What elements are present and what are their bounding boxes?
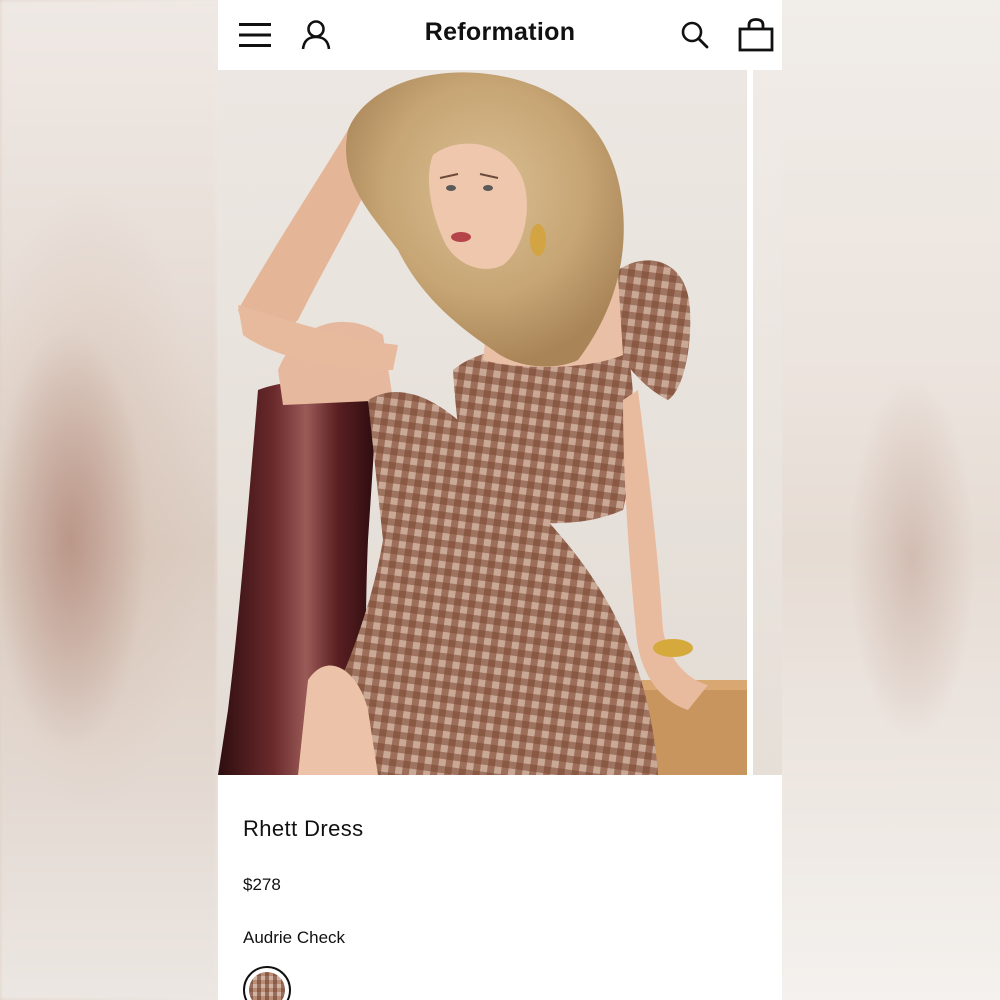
color-name: Audrie Check [243,928,346,947]
color-swatch-audrie-check[interactable] [243,966,291,1000]
bag-icon [738,18,774,52]
search-icon [681,21,709,49]
next-product-image-peek[interactable] [753,70,782,775]
background-blur-left [0,0,218,1000]
phone-screen: Reformation Rhett Dress $278 Audrie Chec… [218,0,782,1000]
background-blur-right [782,0,1000,1000]
product-image[interactable] [218,70,747,775]
swatch-fill [249,972,285,1000]
bag-button[interactable] [734,13,778,57]
product-price: $278 [243,875,281,894]
product-name: Rhett Dress [243,816,364,841]
top-navigation-bar: Reformation [218,0,782,70]
search-button[interactable] [673,13,717,57]
model-photo [218,72,747,775]
